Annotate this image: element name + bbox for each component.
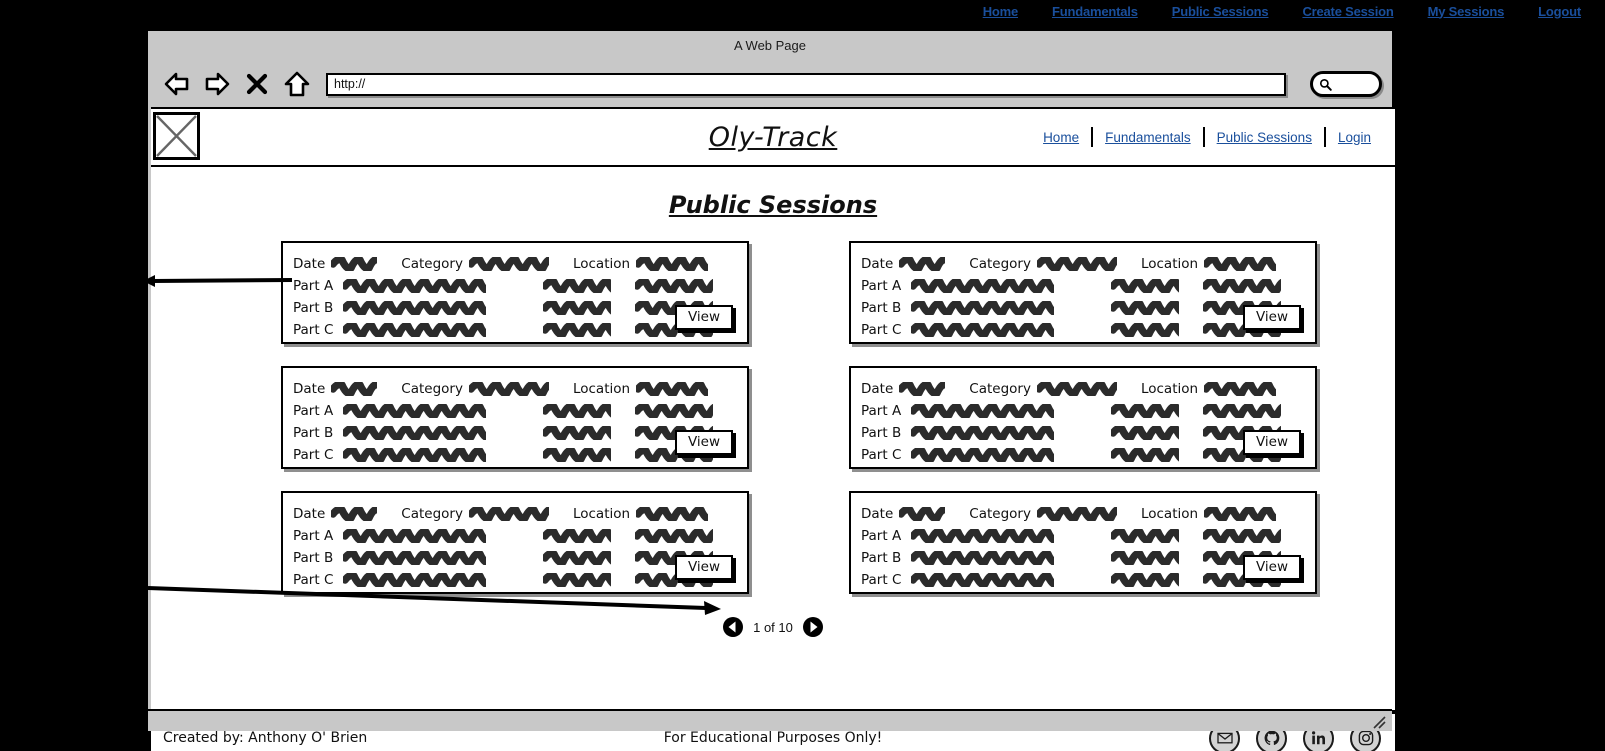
card-label-part-b: Part B: [861, 425, 902, 441]
pagination-label: 1 of 10: [753, 619, 793, 635]
card-value-cell: [1111, 430, 1203, 480]
card-label-date: Date: [861, 256, 894, 272]
session-card[interactable]: Date Category Location Part A Part B Part C Vi…: [281, 366, 749, 469]
card-value-cell: [911, 305, 1111, 355]
card-label-part-a: Part A: [861, 278, 902, 294]
card-label-part-a: Part A: [293, 528, 334, 544]
card-label-part-b: Part B: [293, 425, 334, 441]
card-value-cell: [543, 430, 635, 480]
top-nav-create-session[interactable]: Create Session: [1302, 4, 1393, 19]
circle-right-arrow-icon[interactable]: [802, 616, 824, 638]
scribble-placeholder-text: [343, 573, 543, 587]
card-label-part-b: Part B: [861, 300, 902, 316]
card-label-part-a: Part A: [861, 403, 902, 419]
card-label-part-c: Part C: [293, 572, 334, 588]
url-value: http://: [334, 77, 366, 91]
card-label-part-c: Part C: [861, 322, 902, 338]
header-nav-home[interactable]: Home: [1031, 130, 1091, 145]
top-nav-logout[interactable]: Logout: [1538, 4, 1581, 19]
card-label-part-b: Part B: [293, 300, 334, 316]
session-card[interactable]: Date Category Location Part A Part B Part C Vi…: [281, 241, 749, 344]
card-value-cell: [343, 555, 543, 605]
page-content: Oly-Track Home Fundamentals Public Sessi…: [151, 107, 1395, 712]
scribble-placeholder-text: [343, 323, 543, 337]
forward-arrow-icon[interactable]: [202, 69, 232, 99]
scribble-placeholder-text: [543, 573, 635, 587]
browser-window: A Web Page http:// Oly-Track Home Fundam…: [145, 28, 1395, 751]
scribble-placeholder-text: [1111, 448, 1203, 462]
view-button[interactable]: View: [1242, 555, 1301, 580]
header-nav-login[interactable]: Login: [1326, 130, 1383, 145]
wireframe-canvas: Home Fundamentals Public Sessions Create…: [0, 0, 1605, 751]
top-nav-fundamentals[interactable]: Fundamentals: [1052, 4, 1138, 19]
scribble-placeholder-text: [911, 448, 1111, 462]
back-arrow-icon[interactable]: [162, 69, 192, 99]
card-label-part-c: Part C: [293, 447, 334, 463]
browser-search-input[interactable]: [1310, 71, 1382, 97]
pagination: 1 of 10: [151, 616, 1395, 638]
view-button[interactable]: View: [1242, 430, 1301, 455]
card-value-cell: [1111, 555, 1203, 605]
card-value-cell: [343, 430, 543, 480]
scribble-placeholder-text: [343, 448, 543, 462]
browser-toolbar: http://: [148, 61, 1392, 107]
card-value-cell: [911, 555, 1111, 605]
session-card[interactable]: Date Category Location Part A Part B Part C Vi…: [849, 241, 1317, 344]
top-navigation: Home Fundamentals Public Sessions Create…: [0, 0, 1605, 22]
card-value-cell: [543, 555, 635, 605]
session-card[interactable]: Date Category Location Part A Part B Part C Vi…: [281, 491, 749, 594]
card-label-date: Date: [293, 256, 326, 272]
card-label-part-a: Part A: [293, 278, 334, 294]
view-button[interactable]: View: [1242, 305, 1301, 330]
view-button[interactable]: View: [674, 555, 733, 580]
top-nav-my-sessions[interactable]: My Sessions: [1428, 4, 1505, 19]
browser-window-title: A Web Page: [733, 38, 807, 53]
site-header: Oly-Track Home Fundamentals Public Sessi…: [151, 109, 1395, 167]
search-icon: [1319, 78, 1332, 91]
scribble-placeholder-text: [1111, 323, 1203, 337]
home-icon[interactable]: [282, 69, 312, 99]
card-value-cell: [543, 305, 635, 355]
session-card[interactable]: Date Category Location Part A Part B Part C Vi…: [849, 491, 1317, 594]
card-label-part-a: Part A: [861, 528, 902, 544]
circle-left-arrow-icon[interactable]: [722, 616, 744, 638]
top-nav-home[interactable]: Home: [983, 4, 1019, 19]
scribble-placeholder-text: [911, 573, 1111, 587]
resize-grip-icon[interactable]: [1372, 715, 1386, 729]
top-nav-public-sessions[interactable]: Public Sessions: [1172, 4, 1269, 19]
card-label-part-c: Part C: [293, 322, 334, 338]
card-label-part-c: Part C: [861, 572, 902, 588]
scribble-placeholder-text: [911, 323, 1111, 337]
scribble-placeholder-text: [543, 323, 635, 337]
card-value-cell: [1111, 305, 1203, 355]
close-x-icon[interactable]: [242, 69, 272, 99]
scribble-placeholder-text: [543, 448, 635, 462]
card-label-date: Date: [861, 381, 894, 397]
scribble-placeholder-text: [1111, 573, 1203, 587]
browser-status-bar: [148, 709, 1392, 731]
card-label-date: Date: [861, 506, 894, 522]
card-value-cell: [911, 430, 1111, 480]
card-value-cell: [343, 305, 543, 355]
view-button[interactable]: View: [674, 305, 733, 330]
header-nav-fundamentals[interactable]: Fundamentals: [1093, 130, 1203, 145]
card-label-date: Date: [293, 381, 326, 397]
session-card[interactable]: Date Category Location Part A Part B Part C Vi…: [849, 366, 1317, 469]
header-nav-public-sessions[interactable]: Public Sessions: [1205, 130, 1324, 145]
session-card-grid: Date Category Location Part A Part B Part C Vi…: [151, 241, 1395, 594]
card-label-part-c: Part C: [861, 447, 902, 463]
card-label-part-a: Part A: [293, 403, 334, 419]
url-input[interactable]: http://: [326, 72, 1286, 96]
card-label-date: Date: [293, 506, 326, 522]
view-button[interactable]: View: [674, 430, 733, 455]
page-title: Public Sessions: [668, 191, 878, 219]
card-label-part-b: Part B: [861, 550, 902, 566]
site-header-nav: Home Fundamentals Public Sessions Login: [1031, 127, 1383, 147]
card-label-part-b: Part B: [293, 550, 334, 566]
